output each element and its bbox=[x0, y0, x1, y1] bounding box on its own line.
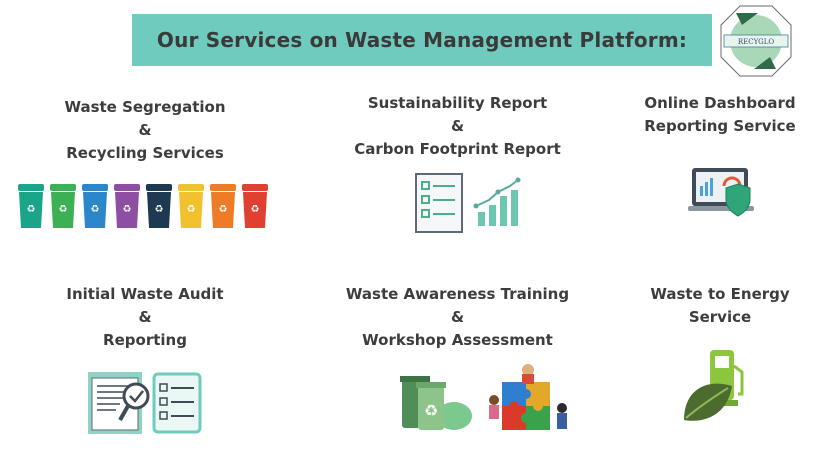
svg-text:♻: ♻ bbox=[59, 204, 68, 215]
recycling-bins-icon: ♻ ♻ ♻ ♻ ♻ ♻ ♻ ♻ bbox=[18, 184, 268, 228]
service-title-segregation: Waste Segregation & Recycling Services bbox=[64, 98, 226, 162]
svg-text:♻: ♻ bbox=[219, 204, 228, 215]
bin-icon: ♻ bbox=[82, 184, 108, 228]
service-title-energy: Waste to Energy Service bbox=[650, 285, 790, 326]
bin-icon: ♻ bbox=[146, 184, 172, 228]
service-title-training: Waste Awareness Training & Workshop Assess… bbox=[345, 285, 570, 349]
svg-text:♻: ♻ bbox=[155, 204, 164, 215]
svg-text:RECYGLO: RECYGLO bbox=[738, 38, 775, 46]
service-title-sustainability: Sustainability Report & Carbon Footprint R… bbox=[354, 94, 561, 158]
bin-icon: ♻ bbox=[210, 184, 236, 228]
svg-text:♻: ♻ bbox=[424, 401, 438, 420]
bin-icon: ♻ bbox=[18, 184, 44, 228]
recyglo-logo: RECYGLO bbox=[720, 5, 792, 77]
training-puzzle-icon bbox=[489, 364, 567, 430]
svg-text:♻: ♻ bbox=[187, 204, 196, 215]
bin-icon: ♻ bbox=[242, 184, 268, 228]
svg-text:♻: ♻ bbox=[27, 204, 36, 215]
svg-text:♻: ♻ bbox=[91, 204, 100, 215]
audit-checklist-icon bbox=[88, 372, 202, 434]
page-title: Our Services on Waste Management Platfor… bbox=[156, 28, 688, 52]
service-title-audit: Initial Waste Audit & Reporting bbox=[66, 285, 224, 349]
svg-text:♻: ♻ bbox=[123, 204, 132, 215]
report-chart-icon bbox=[415, 173, 521, 233]
bin-icon: ♻ bbox=[114, 184, 140, 228]
energy-leaf-icon bbox=[684, 350, 744, 421]
bin-icon: ♻ bbox=[178, 184, 204, 228]
trash-bags-icon: ♻ bbox=[400, 376, 472, 430]
service-title-dashboard: Online Dashboard Reporting Service bbox=[644, 94, 796, 135]
dashboard-laptop-icon bbox=[688, 168, 754, 217]
header-banner: Our Services on Waste Management Platfor… bbox=[132, 14, 712, 66]
bin-icon: ♻ bbox=[50, 184, 76, 228]
svg-text:♻: ♻ bbox=[251, 204, 260, 215]
